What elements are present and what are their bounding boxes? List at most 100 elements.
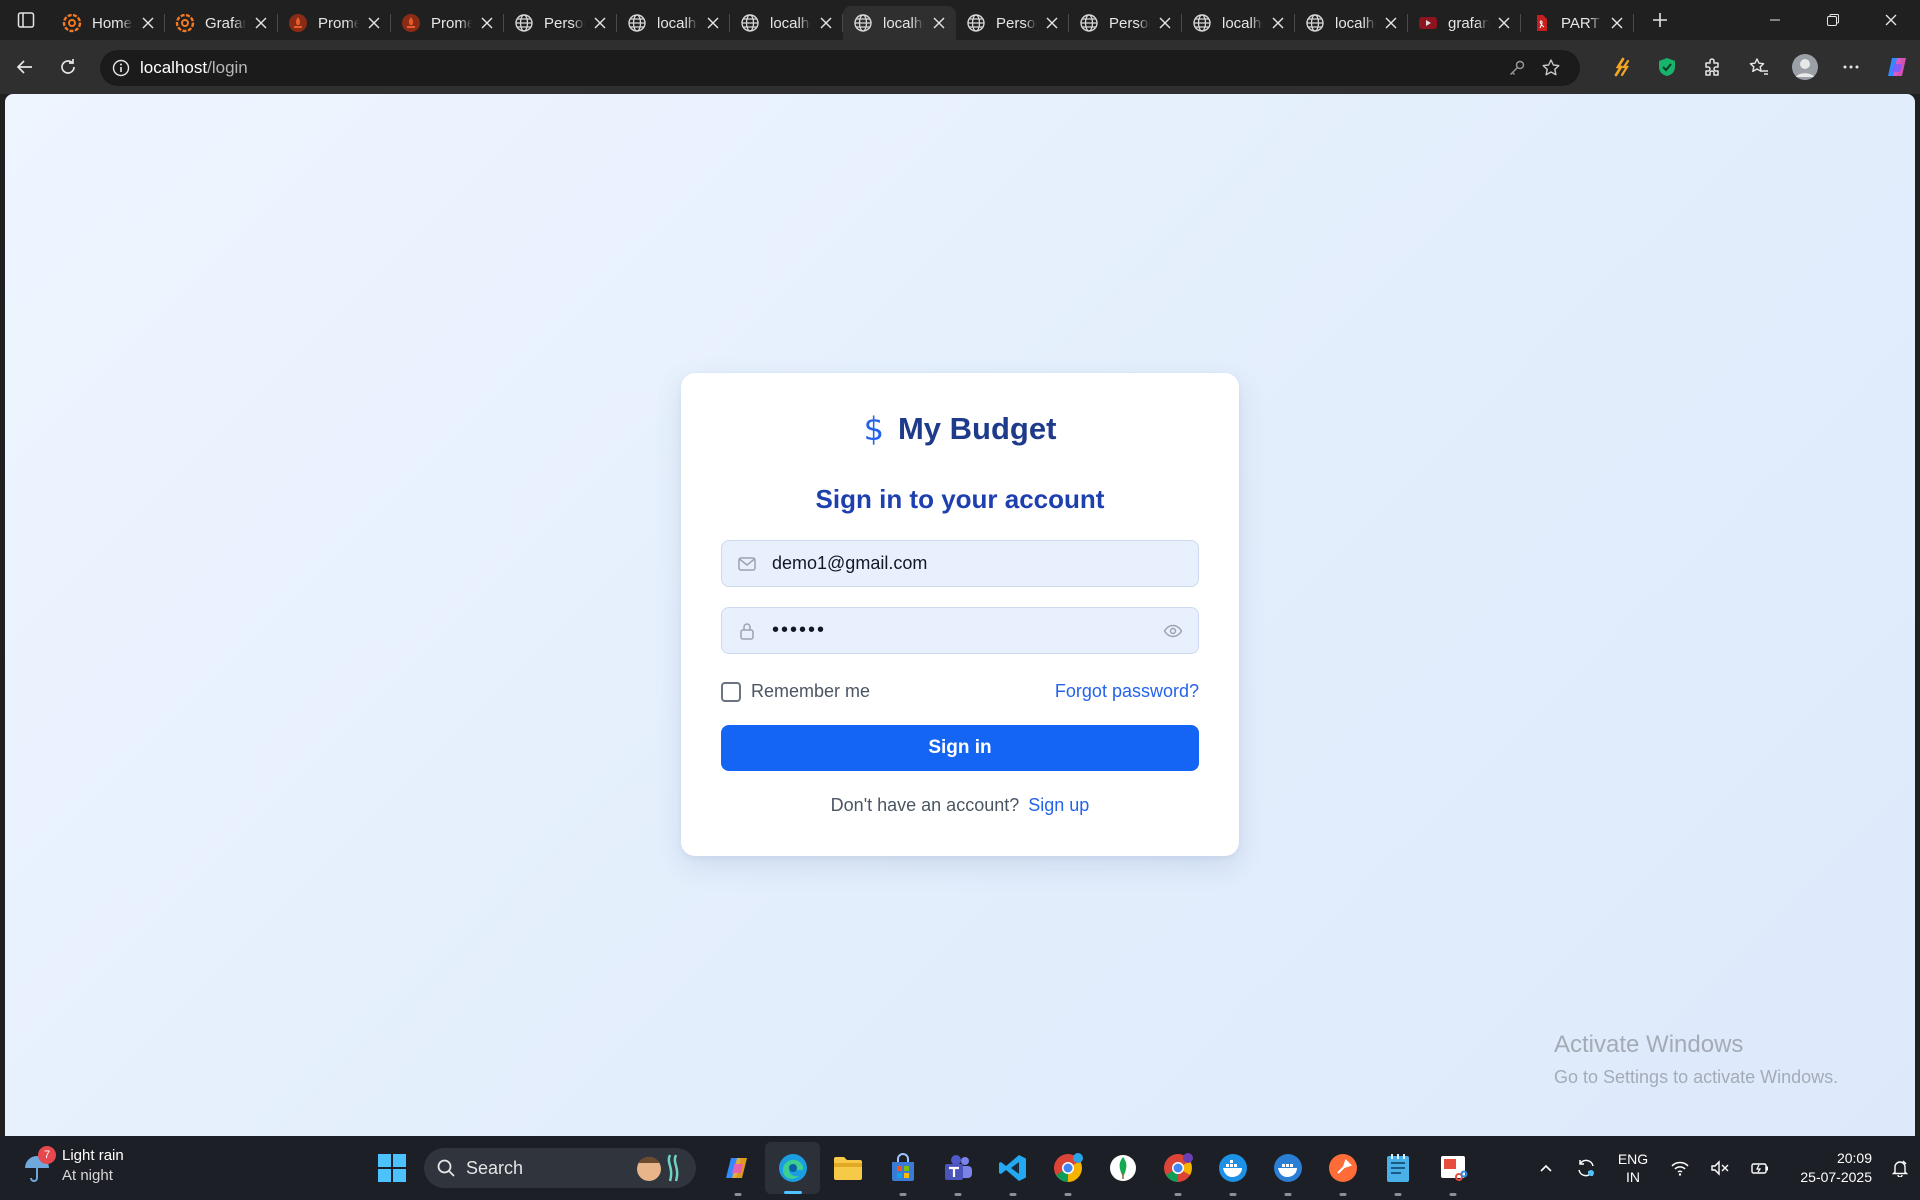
address-url[interactable]: localhost/login xyxy=(140,58,1500,78)
browser-tab[interactable]: localhost xyxy=(617,6,730,40)
close-icon xyxy=(1272,17,1284,29)
browser-tab[interactable]: Personal xyxy=(956,6,1069,40)
browser-tab[interactable]: Prometheus xyxy=(391,6,504,40)
taskbar-docker-2[interactable] xyxy=(1260,1136,1315,1200)
remember-me[interactable]: Remember me xyxy=(721,681,870,702)
wifi-icon xyxy=(1671,1161,1689,1176)
star-icon xyxy=(1542,59,1560,76)
clock-date: 25-07-2025 xyxy=(1800,1169,1872,1185)
globe-icon xyxy=(853,13,873,33)
browser-tab[interactable]: localhost xyxy=(730,6,843,40)
close-tab-button[interactable] xyxy=(365,14,383,32)
taskbar-copilot[interactable] xyxy=(710,1136,765,1200)
favorites-star-icon xyxy=(1749,58,1768,75)
taskbar-vscode[interactable] xyxy=(985,1136,1040,1200)
wifi-button[interactable] xyxy=(1660,1136,1700,1200)
browser-tab[interactable]: grafana xyxy=(1408,6,1521,40)
signin-button[interactable]: Sign in xyxy=(721,725,1199,771)
battery-button[interactable] xyxy=(1740,1136,1780,1200)
browser-tab[interactable]: localhost xyxy=(843,6,956,40)
system-tray: ENG IN 20:09 25-07-2025 xyxy=(1526,1136,1920,1200)
extensions-button[interactable] xyxy=(1690,40,1736,94)
taskbar-docker[interactable] xyxy=(1205,1136,1260,1200)
close-tab-button[interactable] xyxy=(478,14,496,32)
taskbar-chrome-1[interactable] xyxy=(1040,1136,1095,1200)
close-tab-button[interactable] xyxy=(1269,14,1287,32)
browser-tab[interactable]: PART xyxy=(1521,6,1634,40)
close-tab-button[interactable] xyxy=(1495,14,1513,32)
close-tab-button[interactable] xyxy=(139,14,157,32)
browser-tab[interactable]: Prometheus xyxy=(278,6,391,40)
signup-row: Don't have an account? Sign up xyxy=(681,795,1239,816)
volume-button[interactable] xyxy=(1700,1136,1740,1200)
extension-lightning-button[interactable] xyxy=(1598,40,1644,94)
show-password-toggle[interactable] xyxy=(1162,620,1184,642)
extension-shield-button[interactable] xyxy=(1644,40,1690,94)
close-tab-button[interactable] xyxy=(704,14,722,32)
start-button[interactable] xyxy=(372,1148,412,1188)
close-tab-button[interactable] xyxy=(1608,14,1626,32)
close-tab-button[interactable] xyxy=(930,14,948,32)
show-hidden-icons-button[interactable] xyxy=(1526,1136,1566,1200)
url-path: /login xyxy=(207,58,248,77)
new-tab-button[interactable] xyxy=(1640,3,1680,37)
close-tab-button[interactable] xyxy=(817,14,835,32)
close-tab-button[interactable] xyxy=(252,14,270,32)
login-card: $ My Budget Sign in to your account Reme… xyxy=(681,373,1239,856)
page-title: Sign in to your account xyxy=(815,484,1105,514)
signup-link[interactable]: Sign up xyxy=(1028,795,1089,815)
password-key-button[interactable] xyxy=(1500,51,1534,85)
globe-icon xyxy=(1305,13,1325,33)
browser-tab[interactable]: Home xyxy=(52,6,165,40)
taskbar-postman[interactable] xyxy=(1315,1136,1370,1200)
copilot-button[interactable] xyxy=(1874,40,1920,94)
password-input[interactable] xyxy=(772,619,1162,642)
email-input[interactable] xyxy=(772,553,1184,574)
taskbar-file-explorer[interactable] xyxy=(820,1136,875,1200)
taskbar-mongodb[interactable] xyxy=(1095,1136,1150,1200)
tab-actions-button[interactable] xyxy=(0,0,52,40)
email-field[interactable] xyxy=(721,540,1199,587)
reload-button[interactable] xyxy=(50,49,86,85)
globe-icon xyxy=(627,13,647,33)
password-field[interactable] xyxy=(721,607,1199,654)
minimize-button[interactable] xyxy=(1746,0,1804,40)
taskbar-notepad[interactable] xyxy=(1370,1136,1425,1200)
taskbar-apps: Search xyxy=(372,1136,1480,1200)
close-tab-button[interactable] xyxy=(1382,14,1400,32)
browser-tab[interactable]: localhost xyxy=(1295,6,1408,40)
browser-tab[interactable]: Personal xyxy=(1069,6,1182,40)
input-language-button[interactable]: ENG IN xyxy=(1606,1150,1660,1186)
globe-icon xyxy=(514,13,534,33)
close-window-button[interactable] xyxy=(1862,0,1920,40)
weather-widget[interactable]: 7 Light rain At night xyxy=(22,1146,124,1186)
restore-button[interactable] xyxy=(1804,0,1862,40)
taskbar-teams[interactable] xyxy=(930,1136,985,1200)
tab-label: localhost xyxy=(883,14,924,32)
clock[interactable]: 20:09 25-07-2025 xyxy=(1780,1149,1880,1187)
remember-checkbox[interactable] xyxy=(721,681,741,702)
taskbar-chrome-2[interactable] xyxy=(1150,1136,1205,1200)
back-button[interactable] xyxy=(7,49,43,85)
address-bar[interactable]: localhost/login xyxy=(100,50,1580,86)
close-tab-button[interactable] xyxy=(1156,14,1174,32)
browser-tab[interactable]: Personal xyxy=(504,6,617,40)
favorite-button[interactable] xyxy=(1534,51,1568,85)
browser-tab[interactable]: localhost xyxy=(1182,6,1295,40)
browser-tab[interactable]: Grafana xyxy=(165,6,278,40)
forgot-password-link[interactable]: Forgot password? xyxy=(1055,681,1199,702)
close-tab-button[interactable] xyxy=(591,14,609,32)
tab-label: grafana xyxy=(1448,14,1489,32)
favorites-button[interactable] xyxy=(1736,40,1782,94)
taskbar-search[interactable]: Search xyxy=(424,1148,696,1188)
taskbar-store[interactable] xyxy=(875,1136,930,1200)
close-tab-button[interactable] xyxy=(1043,14,1061,32)
taskbar-snipping-tool[interactable] xyxy=(1425,1136,1480,1200)
taskbar-edge[interactable] xyxy=(765,1142,820,1194)
puzzle-icon xyxy=(1705,58,1719,76)
weather-text: Light rain At night xyxy=(62,1146,124,1186)
sync-button[interactable] xyxy=(1566,1136,1606,1200)
notifications-button[interactable] xyxy=(1880,1136,1920,1200)
more-options-button[interactable] xyxy=(1828,40,1874,94)
profile-button[interactable] xyxy=(1782,40,1828,94)
